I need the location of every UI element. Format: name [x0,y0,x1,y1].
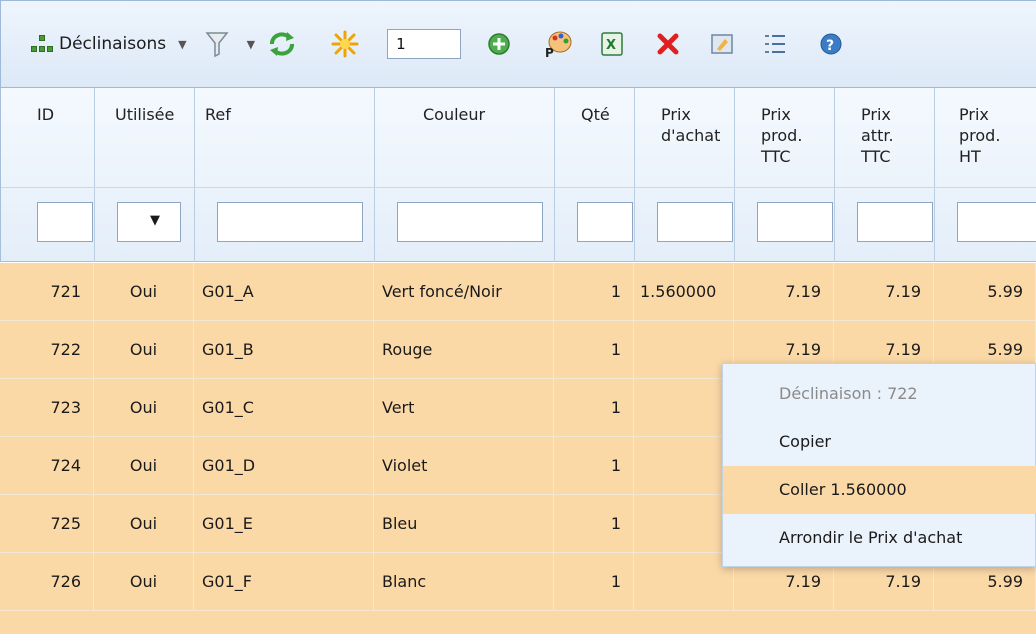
table-row[interactable] [0,611,1036,634]
cell-qty: 1 [554,379,634,437]
view-label: Déclinaisons [59,34,167,54]
sitemap-icon [31,35,53,53]
filter-ref-input[interactable] [217,202,363,242]
cell-purchase-price[interactable] [634,437,734,495]
svg-text:?: ? [826,38,834,54]
column-header-label: Prix prod. HT [959,105,1001,166]
filter-color-input[interactable] [397,202,543,242]
list-button[interactable] [765,24,786,64]
cell-used: Oui [94,495,194,553]
filter-product-price-ht-input[interactable] [957,202,1036,242]
context-menu-title: Déclinaison : 722 [779,384,918,403]
cell-id: 724 [0,437,94,495]
filter-purchase-price-input[interactable] [657,202,733,242]
view-selector[interactable]: Déclinaisons ▼ [31,24,187,64]
edit-button[interactable] [711,24,733,64]
cell-ref: G01_C [194,379,374,437]
list-icon [765,35,786,53]
chevron-down-icon: ▼ [178,37,187,51]
sparkle-icon [331,30,359,58]
add-button[interactable] [487,24,511,64]
grid-header: ID Utilisée Ref Couleur Qté Prix d'achat… [0,88,1036,262]
cell-attribute-price-ttc: 7.19 [834,263,934,321]
cell-qty: 1 [554,321,634,379]
cell-used: Oui [94,379,194,437]
new-item-button[interactable] [331,24,359,64]
palette-button[interactable]: P [543,24,573,64]
cell-ref: G01_B [194,321,374,379]
context-menu: Déclinaison : 722 Copier Coller 1.560000… [722,363,1036,567]
column-header-label: Prix prod. TTC [761,105,803,166]
cell-product-price-ttc: 7.19 [734,263,834,321]
cell-purchase-price[interactable] [634,553,734,611]
header-filter-separator [1,187,1036,188]
column-header-label: Prix attr. TTC [861,105,894,166]
column-header-label: Utilisée [115,105,175,124]
cell-purchase-price[interactable] [634,495,734,553]
cell-ref: G01_E [194,495,374,553]
svg-text:X: X [606,38,616,53]
column-header-label: Ref [205,105,231,124]
cell-id: 725 [0,495,94,553]
cell-color: Vert [374,379,554,437]
filter-used-select[interactable]: ▼ [117,202,181,242]
cell-used: Oui [94,263,194,321]
quantity-input[interactable] [387,29,462,59]
cell-used: Oui [94,553,194,611]
cell-ref: G01_D [194,437,374,495]
filter-id-input[interactable] [37,202,93,242]
svg-text:P: P [545,46,554,59]
filter-button[interactable]: ▼ [205,24,255,64]
close-icon [657,33,679,55]
column-header-label: Couleur [423,105,486,124]
plus-circle-icon [488,33,510,55]
column-header-label: ID [37,105,55,124]
cell-purchase-price[interactable]: 1.560000 [634,263,734,321]
filter-qty-input[interactable] [577,202,633,242]
edit-icon [711,34,733,54]
cell-color: Rouge [374,321,554,379]
column-header-label: Qté [581,105,610,124]
filter-attribute-price-ttc-input[interactable] [857,202,933,242]
cell-id: 726 [0,553,94,611]
cell-used: Oui [94,437,194,495]
cell-ref: G01_A [194,263,374,321]
help-button[interactable]: ? [819,24,843,64]
cell-color: Blanc [374,553,554,611]
cell-purchase-price[interactable] [634,321,734,379]
cell-color: Vert foncé/Noir [374,263,554,321]
chevron-down-icon: ▼ [150,213,160,228]
palette-icon: P [545,31,572,59]
refresh-icon [270,32,295,56]
filter-icon [205,32,229,58]
cell-color: Violet [374,437,554,495]
cell-used: Oui [94,321,194,379]
cell-color: Bleu [374,495,554,553]
delete-button[interactable] [657,24,679,64]
filter-product-price-ttc-input[interactable] [757,202,833,242]
cell-qty: 1 [554,263,634,321]
cell-ref: G01_F [194,553,374,611]
cell-purchase-price[interactable] [634,379,734,437]
excel-icon: X [601,32,623,56]
cell-qty: 1 [554,495,634,553]
cell-id: 721 [0,263,94,321]
refresh-button[interactable] [267,24,297,64]
copy-menu-item[interactable]: Copier [723,418,1036,466]
cell-qty: 1 [554,437,634,495]
cell-qty: 1 [554,553,634,611]
paste-menu-item[interactable]: Coller 1.560000 [723,466,1036,514]
round-purchase-price-menu-item[interactable]: Arrondir le Prix d'achat [723,514,1036,562]
table-row[interactable]: 721 Oui G01_A Vert foncé/Noir 1 1.560000… [0,263,1036,321]
column-header-label: Prix d'achat [661,105,721,145]
toolbar: Déclinaisons ▼ ▼ 1 P X ? [0,0,1036,88]
cell-product-price-ht: 5.99 [934,263,1036,321]
help-icon: ? [820,33,842,55]
cell-id: 722 [0,321,94,379]
cell-id: 723 [0,379,94,437]
chevron-down-icon: ▼ [246,37,256,51]
excel-export-button[interactable]: X [601,24,623,64]
